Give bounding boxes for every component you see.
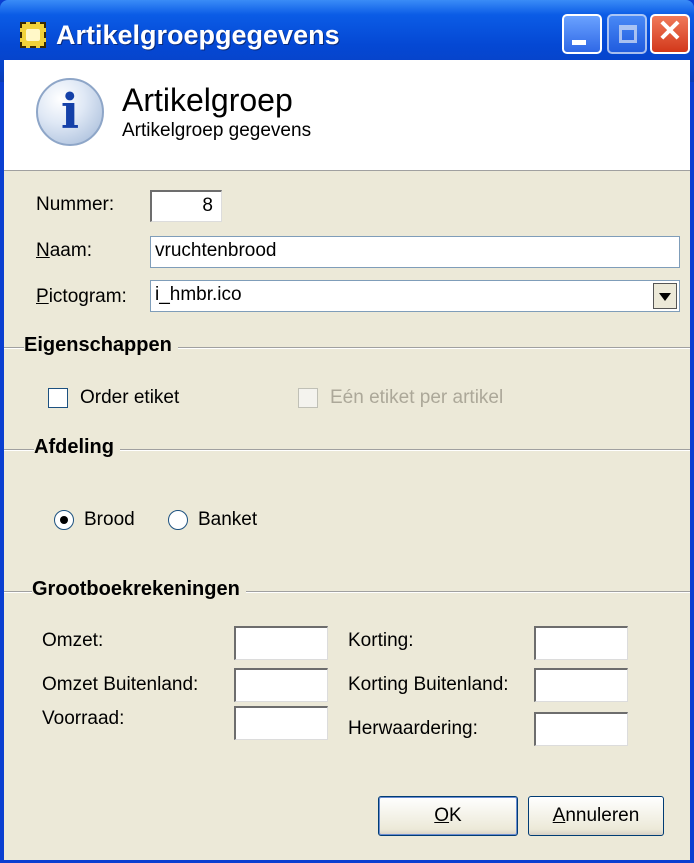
eigenschappen-section: Eigenschappen — [4, 334, 690, 360]
pictogram-select[interactable]: i_hmbr.ico — [150, 280, 680, 312]
omzet-field[interactable] — [234, 626, 328, 660]
eigenschappen-title: Eigenschappen — [24, 334, 178, 357]
nummer-field[interactable]: 8 — [150, 190, 222, 222]
close-icon: ✕ — [657, 15, 683, 48]
window-title: Artikelgroepgegevens — [56, 20, 340, 50]
ok-button[interactable]: OK — [378, 796, 518, 836]
afdeling-title: Afdeling — [34, 436, 120, 459]
een-etiket-label: Eén etiket per artikel — [330, 387, 504, 408]
order-etiket-label[interactable]: Order etiket — [80, 387, 179, 409]
pictogram-label: Pictogram: — [36, 286, 127, 307]
korting-buitenland-field[interactable] — [534, 668, 628, 702]
maximize-icon — [619, 25, 637, 43]
minimize-icon — [572, 40, 586, 45]
minimize-button[interactable] — [562, 14, 602, 54]
korting-field[interactable] — [534, 626, 628, 660]
pictogram-value: i_hmbr.ico — [155, 284, 242, 305]
grootboek-section: Grootboekrekeningen — [4, 578, 690, 604]
omzet-buitenland-field[interactable] — [234, 668, 328, 702]
app-icon[interactable] — [20, 22, 46, 48]
close-button[interactable]: ✕ — [650, 14, 690, 54]
header-subtitle: Artikelgroep gegevens — [122, 120, 312, 141]
voorraad-field[interactable] — [234, 706, 328, 740]
header-panel: i Artikelgroep Artikelgroep gegevens — [4, 60, 690, 171]
info-icon: i — [36, 78, 104, 146]
brood-label[interactable]: Brood — [84, 509, 135, 531]
dialog-window: Artikelgroepgegevens ✕ i Artikelgroep Ar… — [0, 0, 694, 863]
banket-label[interactable]: Banket — [198, 509, 257, 531]
header-title: Artikelgroep — [122, 82, 293, 118]
afdeling-section: Afdeling — [4, 436, 690, 462]
banket-radio[interactable] — [168, 510, 188, 530]
annuleren-button[interactable]: Annuleren — [528, 796, 664, 836]
chevron-down-icon[interactable] — [653, 283, 677, 309]
nummer-label: Nummer: — [36, 194, 115, 215]
dialog-client-area: i Artikelgroep Artikelgroep gegevens Num… — [4, 60, 690, 860]
korting-label: Korting: — [348, 630, 414, 651]
omzet-buitenland-label: Omzet Buitenland: — [42, 674, 199, 695]
herwaardering-field[interactable] — [534, 712, 628, 746]
omzet-label: Omzet: — [42, 630, 104, 651]
maximize-button[interactable] — [607, 14, 647, 54]
order-etiket-checkbox[interactable] — [48, 388, 68, 408]
korting-buitenland-label: Korting Buitenland: — [348, 674, 509, 695]
herwaardering-label: Herwaardering: — [348, 718, 478, 739]
naam-field[interactable]: vruchtenbrood — [150, 236, 680, 268]
brood-radio[interactable] — [54, 510, 74, 530]
grootboek-title: Grootboekrekeningen — [32, 578, 246, 601]
een-etiket-checkbox[interactable] — [298, 388, 318, 408]
naam-label: Naam: — [36, 240, 92, 261]
voorraad-label: Voorraad: — [42, 708, 125, 729]
